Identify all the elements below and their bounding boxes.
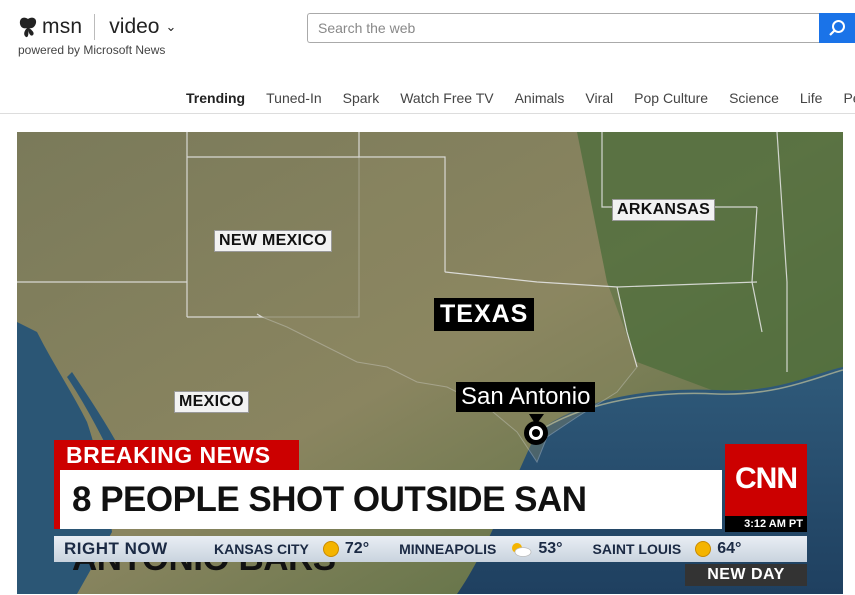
nav-item-animals[interactable]: Animals: [515, 90, 565, 106]
brand-divider: [94, 14, 96, 40]
map-label-arkansas: ARKANSAS: [612, 199, 716, 221]
breaking-news-banner: BREAKING NEWS: [54, 440, 299, 470]
nav-item-people[interactable]: People: [843, 90, 855, 106]
show-name-badge: NEW DAY: [685, 564, 807, 586]
partly-cloudy-icon: [512, 543, 532, 557]
powered-by-text: powered by Microsoft News: [18, 43, 166, 57]
nav-item-science[interactable]: Science: [729, 90, 779, 106]
search-box: [307, 13, 855, 43]
section-title[interactable]: video: [109, 15, 159, 39]
search-icon: [829, 20, 845, 36]
ticker-item: KANSAS CITY 72°: [214, 540, 369, 558]
brand-name: msn: [42, 15, 83, 38]
msn-butterfly-icon: [19, 17, 37, 38]
ticker-label: RIGHT NOW: [64, 539, 168, 558]
nav-item-pop-culture[interactable]: Pop Culture: [634, 90, 708, 106]
ticker-temp: 53°: [538, 540, 563, 557]
chevron-down-icon[interactable]: ⌄: [165, 19, 176, 35]
ticker-item: SAINT LOUIS 64°: [592, 540, 742, 558]
weather-ticker: RIGHT NOW KANSAS CITY 72° MINNEAPOLIS 53…: [54, 536, 807, 562]
sun-icon: [695, 541, 712, 557]
ticker-temp: 64°: [717, 540, 742, 557]
video-player[interactable]: NEW MEXICO ARKANSAS MEXICO TEXAS San Ant…: [17, 132, 843, 594]
nav-item-spark[interactable]: Spark: [343, 90, 380, 106]
header-divider: [0, 113, 855, 114]
map-label-mexico: MEXICO: [174, 391, 249, 413]
nav-item-life[interactable]: Life: [800, 90, 823, 106]
nav-item-tuned-in[interactable]: Tuned-In: [266, 90, 322, 106]
broadcast-time: 3:12 AM PT: [725, 516, 807, 532]
ticker-item: MINNEAPOLIS 53°: [399, 540, 562, 558]
search-input[interactable]: [308, 14, 828, 42]
category-nav: Trending Tuned-In Spark Watch Free TV An…: [186, 90, 855, 106]
ticker-temp: 72°: [344, 540, 370, 557]
map-label-new-mexico: NEW MEXICO: [214, 230, 332, 252]
ticker-city: KANSAS CITY: [214, 541, 309, 557]
map-label-texas: TEXAS: [434, 298, 535, 331]
ticker-city: MINNEAPOLIS: [399, 541, 497, 557]
map-label-city: San Antonio: [456, 382, 596, 412]
msn-logo[interactable]: msn video ⌄: [18, 14, 176, 40]
nav-item-viral[interactable]: Viral: [585, 90, 613, 106]
nav-item-watch-free-tv[interactable]: Watch Free TV: [400, 90, 493, 106]
nav-item-trending[interactable]: Trending: [186, 90, 245, 106]
ticker-city: SAINT LOUIS: [592, 541, 682, 557]
news-headline: 8 PEOPLE SHOT OUTSIDE SAN ANTONIO BARS: [54, 470, 722, 578]
sun-icon: [322, 541, 339, 557]
cnn-logo-text: CNN: [735, 462, 798, 495]
search-button[interactable]: [819, 13, 855, 43]
